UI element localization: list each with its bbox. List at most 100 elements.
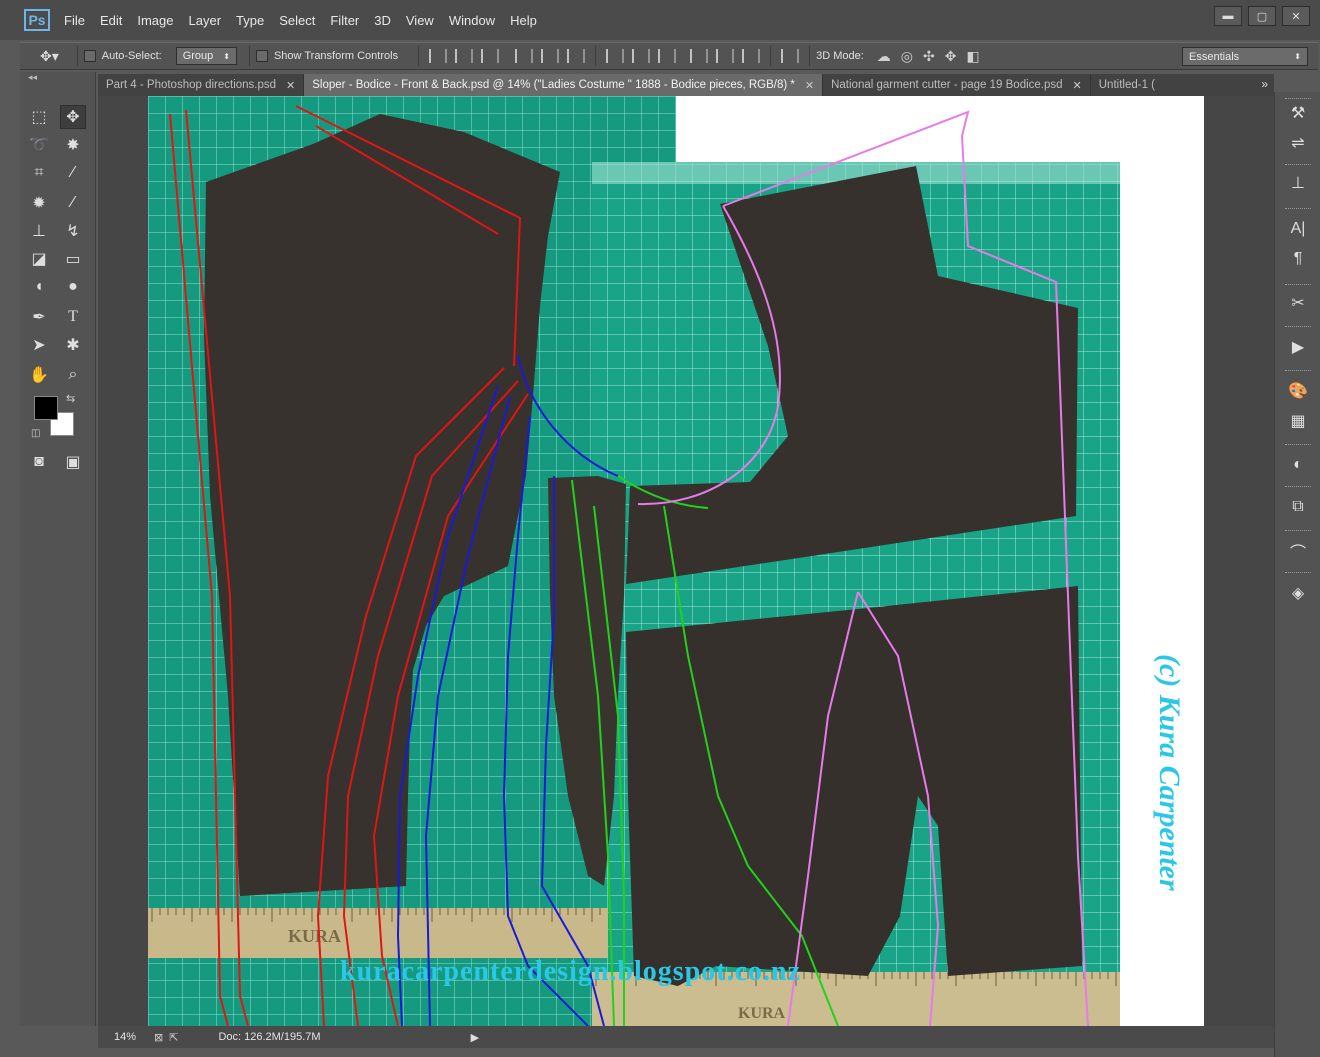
zoom-level-field[interactable]: 14% bbox=[114, 1031, 154, 1043]
close-icon[interactable]: ✕ bbox=[286, 79, 295, 92]
tab-label: Sloper - Bodice - Front & Back.psd @ 14%… bbox=[312, 79, 795, 91]
tab-untitled-1[interactable]: Untitled-1 ( bbox=[1091, 74, 1163, 96]
auto-select-checkbox[interactable] bbox=[83, 50, 96, 62]
crop-tool-icon[interactable]: ⌗ bbox=[26, 161, 52, 185]
panel-grip bbox=[1285, 164, 1311, 167]
close-icon[interactable]: ✕ bbox=[805, 79, 814, 92]
distribute-vertical-center-icon[interactable] bbox=[632, 49, 651, 63]
distribute-right-icon[interactable] bbox=[742, 49, 761, 63]
3d-roll-icon[interactable]: ◎ bbox=[901, 48, 913, 65]
panel-collapse-icon[interactable]: ◂◂ bbox=[20, 72, 95, 82]
panel-grip bbox=[1285, 98, 1311, 101]
3d-scale-icon[interactable]: ◧ bbox=[966, 48, 979, 65]
distribute-top-icon[interactable] bbox=[606, 49, 625, 63]
tab-part4-directions[interactable]: Part 4 - Photoshop directions.psd ✕ bbox=[98, 74, 305, 96]
eraser-tool-icon[interactable]: ◪ bbox=[26, 247, 52, 271]
clone-stamp-tool-icon[interactable]: ⊥ bbox=[26, 219, 52, 243]
tab-national-garment-cutter[interactable]: National garment cutter - page 19 Bodice… bbox=[823, 74, 1091, 96]
distribute-left-icon[interactable] bbox=[690, 49, 709, 63]
hand-tool-icon[interactable]: ✋ bbox=[26, 363, 52, 387]
move-tool-preset-icon[interactable]: ✥▾ bbox=[40, 48, 59, 65]
distribute-horizontal-center-icon[interactable] bbox=[716, 49, 735, 63]
3d-slide-icon[interactable]: ✥ bbox=[945, 48, 957, 65]
menu-window[interactable]: Window bbox=[449, 13, 507, 28]
tab-label: National garment cutter - page 19 Bodice… bbox=[831, 79, 1063, 91]
canvas-area[interactable]: KURA KURA kuracarpenterdesign.blogspot.c… bbox=[98, 96, 1274, 1026]
status-icons: ⊠ ⇱ bbox=[154, 1031, 178, 1044]
tab-overflow-icon[interactable]: » bbox=[1261, 77, 1268, 91]
layers-icon[interactable]: ◈ bbox=[1285, 582, 1311, 604]
align-horizontal-center-icon[interactable] bbox=[541, 49, 560, 63]
show-transform-checkbox[interactable] bbox=[255, 50, 268, 62]
tab-sloper-bodice[interactable]: Sloper - Bodice - Front & Back.psd @ 14%… bbox=[304, 74, 824, 96]
dropdown-arrows-icon: ⬍ bbox=[223, 51, 230, 61]
pen-tool-icon[interactable]: ✒ bbox=[26, 305, 52, 329]
options-bar: ✥▾ Auto-Select: Group ⬍ Show Transform C… bbox=[20, 42, 1318, 70]
path-selection-tool-icon[interactable]: ➤ bbox=[26, 333, 52, 357]
align-vertical-center-icon[interactable] bbox=[455, 49, 474, 63]
status-menu-arrow-icon[interactable]: ▶ bbox=[471, 1031, 479, 1044]
adjustments-icon[interactable]: ◐ bbox=[1285, 454, 1311, 476]
document-canvas[interactable]: KURA KURA kuracarpenterdesign.blogspot.c… bbox=[148, 96, 1204, 1026]
screen-mode-icon[interactable]: ▣ bbox=[60, 450, 86, 474]
actions-play-icon[interactable]: ▶ bbox=[1285, 336, 1311, 358]
proof-setup-icon[interactable]: ⊠ bbox=[154, 1031, 163, 1044]
clone-source-icon[interactable]: ⊥ bbox=[1285, 172, 1311, 194]
paragraph-icon[interactable]: ¶ bbox=[1285, 248, 1311, 270]
swap-colors-icon[interactable]: ⇆ bbox=[66, 392, 75, 405]
maximize-button[interactable]: ▢ bbox=[1248, 6, 1276, 26]
dodge-tool-icon[interactable]: ● bbox=[60, 275, 86, 299]
quick-mask-icon[interactable]: ◙ bbox=[26, 450, 52, 474]
styles-icon[interactable]: ⧉ bbox=[1285, 496, 1311, 518]
history-brush-tool-icon[interactable]: ↯ bbox=[60, 219, 86, 243]
eyedropper-tool-icon[interactable]: ⁄ bbox=[60, 161, 86, 185]
color-palette-icon[interactable]: 🎨 bbox=[1285, 380, 1311, 402]
brush-tool-icon[interactable]: ∕ bbox=[60, 191, 86, 215]
watermark-copyright: (c) Kura Carpenter bbox=[1153, 654, 1186, 891]
paths-icon[interactable]: ⌒ bbox=[1285, 540, 1311, 562]
marquee-tool-icon[interactable]: ⬚ bbox=[26, 105, 52, 129]
character-icon[interactable]: A| bbox=[1285, 218, 1311, 240]
move-tool-icon[interactable]: ✥ bbox=[60, 105, 86, 129]
menu-help[interactable]: Help bbox=[510, 13, 549, 28]
blur-tool-icon[interactable]: ◖ bbox=[26, 275, 52, 299]
close-icon[interactable]: ✕ bbox=[1073, 79, 1082, 92]
tool-presets-icon[interactable]: ⚒ bbox=[1285, 102, 1311, 124]
align-top-icon[interactable] bbox=[429, 49, 448, 63]
menu-edit[interactable]: Edit bbox=[100, 13, 134, 28]
brush-presets-icon[interactable]: ⇌ bbox=[1285, 132, 1311, 154]
menu-filter[interactable]: Filter bbox=[330, 13, 371, 28]
menu-layer[interactable]: Layer bbox=[189, 13, 234, 28]
close-button[interactable]: ✕ bbox=[1282, 6, 1310, 26]
workspace-dropdown[interactable]: Essentials ⬍ bbox=[1182, 47, 1308, 66]
3d-pan-icon[interactable]: ✣ bbox=[923, 48, 935, 65]
distribute-bottom-icon[interactable] bbox=[658, 49, 677, 63]
menu-image[interactable]: Image bbox=[137, 13, 185, 28]
foreground-color-swatch[interactable] bbox=[34, 396, 58, 420]
tool-scissors-icon[interactable]: ✂ bbox=[1285, 292, 1311, 314]
lasso-tool-icon[interactable]: ➰ bbox=[26, 133, 52, 157]
menu-type[interactable]: Type bbox=[236, 13, 276, 28]
3d-orbit-icon[interactable]: ☁ bbox=[877, 48, 891, 65]
align-right-icon[interactable] bbox=[567, 49, 586, 63]
menu-view[interactable]: View bbox=[406, 13, 446, 28]
zoom-tool-icon[interactable]: ⌕ bbox=[60, 363, 86, 387]
menu-3d[interactable]: 3D bbox=[374, 13, 403, 28]
align-bottom-icon[interactable] bbox=[481, 49, 500, 63]
share-icon[interactable]: ⇱ bbox=[169, 1031, 178, 1044]
healing-brush-tool-icon[interactable]: ✹ bbox=[26, 191, 52, 215]
align-left-icon[interactable] bbox=[515, 49, 534, 63]
default-colors-icon[interactable]: ◫ bbox=[31, 428, 40, 439]
gradient-tool-icon[interactable]: ▭ bbox=[60, 247, 86, 271]
minimize-button[interactable]: ▬ bbox=[1214, 6, 1242, 26]
auto-align-layers-icon[interactable] bbox=[781, 49, 800, 63]
menu-file[interactable]: File bbox=[64, 13, 97, 28]
window-controls: ▬ ▢ ✕ bbox=[1214, 6, 1310, 26]
menu-select[interactable]: Select bbox=[279, 13, 327, 28]
auto-select-dropdown[interactable]: Group ⬍ bbox=[175, 47, 237, 65]
magic-wand-tool-icon[interactable]: ✸ bbox=[60, 133, 86, 157]
panel-grip bbox=[1285, 284, 1311, 287]
swatches-icon[interactable]: ▦ bbox=[1285, 410, 1311, 432]
type-tool-icon[interactable]: T bbox=[60, 305, 86, 329]
custom-shape-tool-icon[interactable]: ✱ bbox=[60, 333, 86, 357]
